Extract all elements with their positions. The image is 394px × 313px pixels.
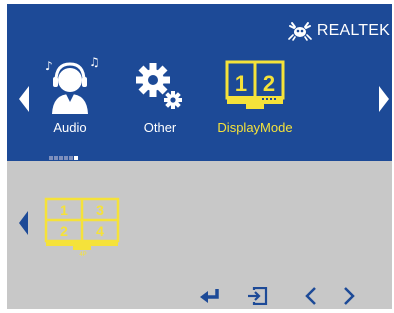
page-dot bbox=[54, 156, 58, 160]
chevron-left-icon[interactable] bbox=[19, 211, 28, 235]
headset-user-icon: ♪ ♫ bbox=[45, 56, 100, 114]
svg-text:♫: ♫ bbox=[89, 56, 100, 69]
previous-button[interactable] bbox=[304, 287, 318, 305]
page-dot bbox=[69, 156, 73, 160]
menu-item-audio[interactable]: ♪ ♫ Audio bbox=[25, 56, 115, 136]
menu-item-label: DisplayMode bbox=[217, 120, 293, 135]
chevron-right-icon bbox=[344, 287, 355, 305]
enter-button[interactable] bbox=[199, 287, 221, 305]
menu-item-label: Other bbox=[143, 120, 177, 135]
page-dot bbox=[49, 156, 53, 160]
svg-text:♪: ♪ bbox=[45, 59, 53, 73]
osd-menu: REALTEK ♪ ♫ Audio Other 1 2 DisplayMode … bbox=[7, 4, 392, 309]
chevron-left-icon bbox=[305, 287, 316, 305]
chevron-right-icon[interactable] bbox=[379, 86, 389, 112]
brand-logo: REALTEK bbox=[287, 20, 390, 42]
display-split-icon: 1 2 bbox=[225, 60, 285, 109]
svg-text:2: 2 bbox=[263, 71, 275, 96]
page-dot-active bbox=[74, 156, 78, 160]
quad-screen-icon: 1 3 2 4 bbox=[44, 197, 120, 250]
quad-number: 2 bbox=[60, 223, 68, 239]
next-button[interactable] bbox=[342, 287, 356, 305]
gears-icon bbox=[136, 63, 182, 109]
menu-item-label: Audio bbox=[53, 120, 87, 135]
option-4p[interactable]: 1 3 2 4 4P bbox=[43, 197, 123, 263]
quad-number: 4 bbox=[96, 223, 104, 239]
quad-number: 1 bbox=[60, 202, 68, 218]
main-menu-bar: REALTEK ♪ ♫ Audio Other 1 2 DisplayMode bbox=[7, 4, 392, 161]
page-dot bbox=[59, 156, 63, 160]
exit-icon bbox=[248, 287, 268, 305]
page-dot bbox=[64, 156, 68, 160]
option-label: 4P bbox=[79, 252, 87, 258]
page-indicator bbox=[49, 156, 78, 160]
realtek-crab-icon bbox=[288, 22, 312, 41]
menu-item-displaymode[interactable]: 1 2 DisplayMode bbox=[210, 56, 300, 136]
exit-button[interactable] bbox=[246, 287, 268, 305]
quad-number: 3 bbox=[96, 202, 104, 218]
svg-text:1: 1 bbox=[235, 71, 247, 96]
enter-icon bbox=[200, 289, 219, 303]
brand-name: REALTEK bbox=[316, 22, 390, 39]
menu-item-other[interactable]: Other bbox=[115, 56, 205, 136]
